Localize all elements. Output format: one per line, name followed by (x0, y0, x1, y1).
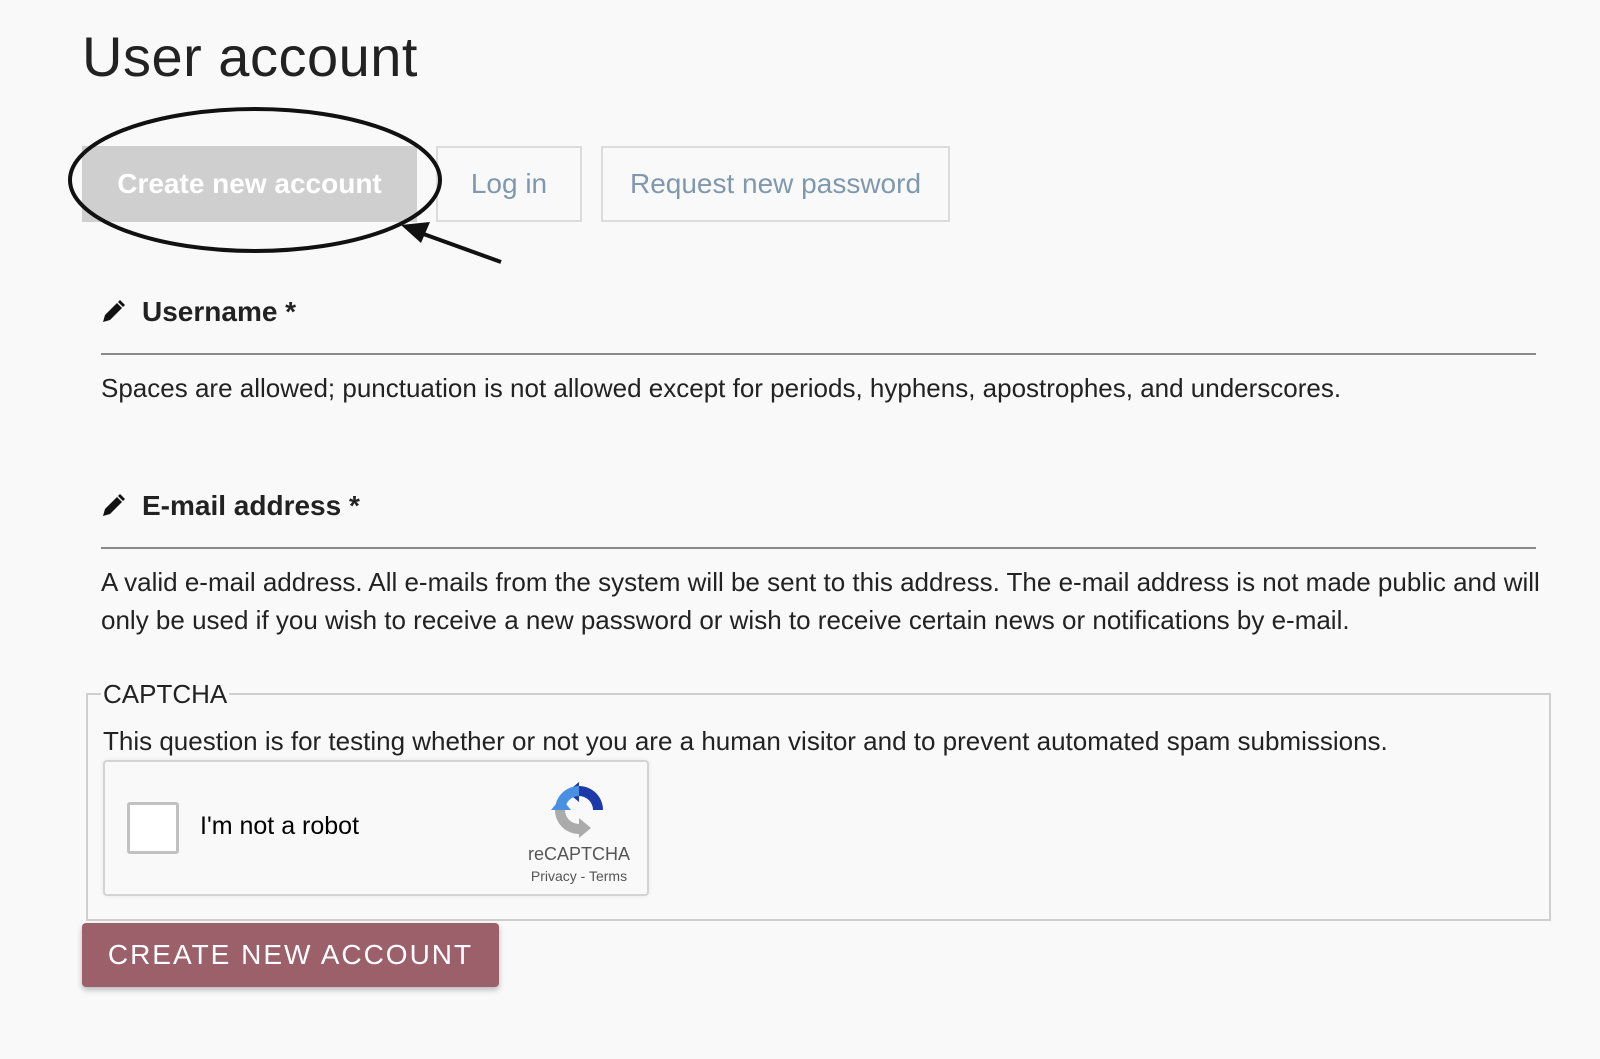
username-field[interactable] (101, 353, 1536, 355)
email-label-text: E-mail address * (142, 490, 360, 521)
email-label[interactable]: E-mail address * (100, 490, 360, 522)
annotation-arrow-line (417, 230, 502, 264)
tab-request-new-password[interactable]: Request new password (601, 146, 950, 222)
recaptcha-link-separator: - (576, 868, 589, 884)
recaptcha-checkbox[interactable] (127, 802, 179, 854)
username-label[interactable]: Username * (100, 296, 296, 328)
annotation-arrow-head (401, 222, 430, 243)
create-new-account-button[interactable]: CREATE NEW ACCOUNT (82, 923, 499, 987)
tab-create-new-account[interactable]: Create new account (82, 146, 417, 222)
username-description: Spaces are allowed; punctuation is not a… (101, 373, 1342, 403)
email-field[interactable] (101, 547, 1536, 549)
username-label-text: Username * (142, 296, 297, 327)
recaptcha-logo-icon (551, 782, 603, 838)
recaptcha-links: Privacy - Terms (505, 868, 653, 884)
email-description: A valid e-mail address. All e-mails from… (101, 567, 1540, 635)
recaptcha-widget: I'm not a robot reCAPTCHA Privacy - Term… (103, 760, 649, 896)
recaptcha-terms-link[interactable]: Terms (589, 868, 627, 884)
captcha-legend: CAPTCHA (101, 677, 230, 711)
captcha-help-text: This question is for testing whether or … (103, 726, 1388, 756)
pencil-icon (103, 300, 125, 322)
pencil-icon (103, 494, 125, 516)
recaptcha-checkbox-label: I'm not a robot (200, 812, 360, 840)
tab-log-in[interactable]: Log in (436, 146, 582, 222)
page-title: User account (82, 25, 418, 88)
recaptcha-privacy-link[interactable]: Privacy (531, 868, 577, 884)
recaptcha-brand: reCAPTCHA (527, 844, 630, 864)
